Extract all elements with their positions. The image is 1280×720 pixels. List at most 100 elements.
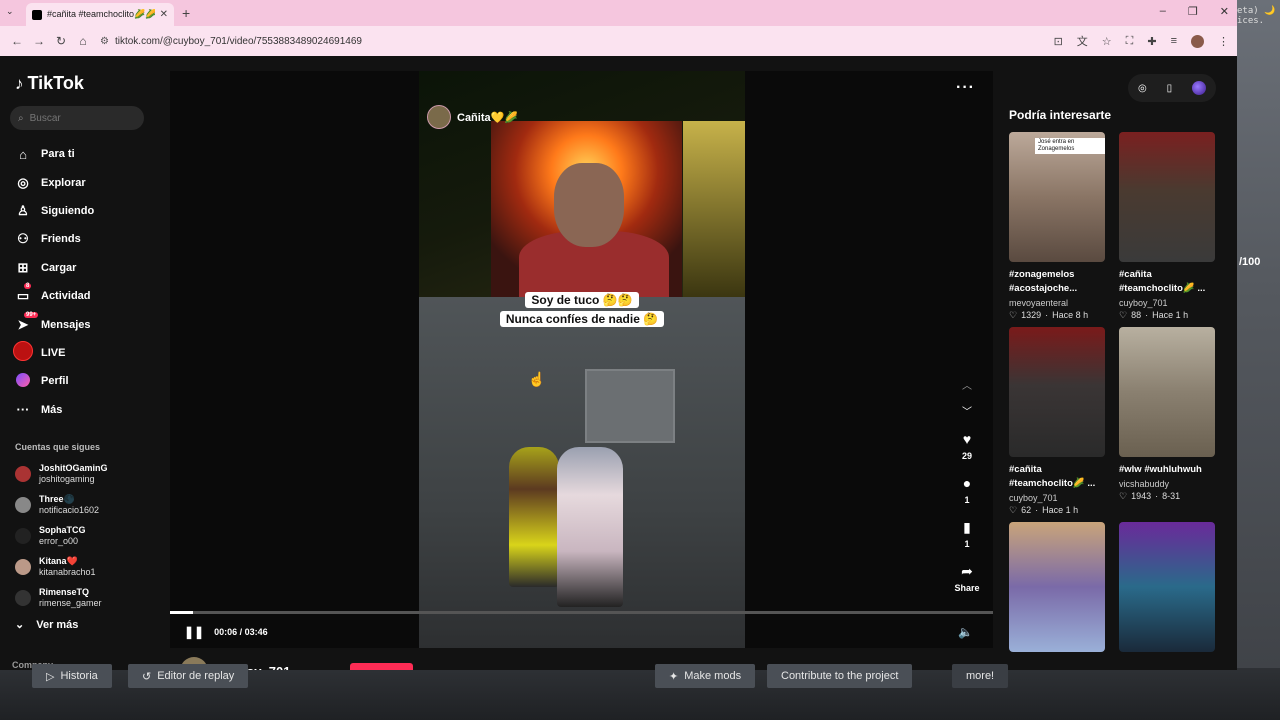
- previous-video-icon[interactable]: ︿: [952, 377, 982, 403]
- following-item[interactable]: JoshitOGaminG joshitogaming: [15, 458, 108, 489]
- likes: 88: [1131, 310, 1142, 320]
- video-thumbnail[interactable]: [1009, 327, 1105, 457]
- site-info-icon[interactable]: ⚙: [100, 36, 109, 47]
- sidebar-item-label: Cargar: [41, 261, 77, 274]
- search-input[interactable]: [29, 112, 125, 124]
- recommended-item[interactable]: #wlw #wuhluhwuh vicshabuddy ♡ 1943 · 8-31: [1119, 327, 1215, 516]
- sidebar-item-cargar[interactable]: ⊞ Cargar: [15, 254, 94, 282]
- following-item[interactable]: Kitana❤️ kitanabracho1: [15, 551, 108, 582]
- share-label: Share: [954, 583, 980, 593]
- like-heart-icon[interactable]: ♥: [952, 431, 982, 451]
- following-item[interactable]: SophaTCG error_o00: [15, 520, 108, 551]
- phone-icon[interactable]: ▯: [1167, 83, 1173, 94]
- search-box[interactable]: ⌕: [10, 106, 144, 130]
- follow-button[interactable]: [350, 663, 413, 670]
- sidebar-item-explorar[interactable]: ◎ Explorar: [15, 168, 94, 196]
- sidebar: ♪ TikTok ⌕ ⌂ Para ti ◎ Explorar ♙ Siguie…: [0, 56, 160, 670]
- sidebar-item-siguiendo[interactable]: ♙ Siguiendo: [15, 197, 94, 225]
- see-more-link[interactable]: ⌄ Ver más: [15, 618, 78, 632]
- recommended-meta: ♡ 88 · Hace 1 h: [1119, 310, 1215, 321]
- sidebar-item-mas[interactable]: ··· Más: [15, 396, 94, 424]
- recommended-item[interactable]: [1009, 522, 1105, 652]
- recommended-item[interactable]: José entra en Zonagemelos #zonagemelos #…: [1009, 132, 1105, 321]
- video-frame[interactable]: Cañita💛🌽 Soy de tuco 🤔🤔 Nunca confíes de…: [419, 71, 745, 648]
- desktop-snippet: eta) 🌙 ices.: [1237, 6, 1276, 26]
- install-app-icon[interactable]: ⊡: [1054, 35, 1063, 48]
- friends-icon: ⚇: [17, 231, 29, 247]
- address-bar[interactable]: ⚙ tiktok.com/@cuyboy_701/video/755388348…: [100, 30, 1020, 52]
- url-text[interactable]: tiktok.com/@cuyboy_701/video/75538834890…: [115, 36, 362, 47]
- video-player[interactable]: Cañita💛🌽 Soy de tuco 🤔🤔 Nunca confíes de…: [170, 71, 993, 648]
- editor-replay-button[interactable]: ↺ Editor de replay: [128, 664, 249, 688]
- age: Hace 1 h: [1042, 505, 1079, 515]
- next-video-icon[interactable]: ﹀: [952, 403, 982, 429]
- minimize-icon[interactable]: –: [1160, 5, 1166, 18]
- following-item[interactable]: Three🌑 notificacio1602: [15, 489, 108, 520]
- tiktok-page: ♪ TikTok ⌕ ⌂ Para ti ◎ Explorar ♙ Siguie…: [0, 56, 1237, 670]
- sidebar-item-para-ti[interactable]: ⌂ Para ti: [15, 140, 94, 168]
- following-handle: kitanabracho1: [39, 566, 96, 577]
- extensions-icon[interactable]: ✚: [1147, 35, 1156, 48]
- compass-small-icon[interactable]: ◎: [1138, 83, 1147, 94]
- bookmark-star-icon[interactable]: ☆: [1102, 35, 1112, 48]
- reading-list-icon[interactable]: ≡: [1171, 35, 1177, 47]
- profile-avatar-icon[interactable]: [1191, 34, 1204, 48]
- new-tab-icon[interactable]: +: [182, 5, 190, 21]
- restore-icon[interactable]: ❐: [1188, 5, 1198, 18]
- tab-search-icon[interactable]: ⌄: [6, 6, 14, 17]
- historia-button[interactable]: ▷ Historia: [32, 664, 112, 688]
- pause-icon[interactable]: ❚❚: [184, 625, 204, 639]
- make-mods-button[interactable]: ✦ Make mods: [655, 664, 756, 688]
- screenshot-icon[interactable]: ⛶: [1126, 35, 1134, 48]
- video-progress-bar[interactable]: [170, 611, 993, 614]
- video-thumbnail[interactable]: [1119, 327, 1215, 457]
- comment-icon[interactable]: ●: [952, 475, 982, 495]
- heart-icon: ♡: [1119, 310, 1128, 320]
- recommended-meta: ♡ 62 · Hace 1 h: [1009, 505, 1105, 516]
- sidebar-item-live[interactable]: LIVE: [13, 339, 94, 367]
- recommended-item[interactable]: #cañita #teamchoclito🌽 ... cuyboy_701 ♡ 6…: [1009, 327, 1105, 516]
- recommended-item[interactable]: [1119, 522, 1215, 652]
- video-thumbnail[interactable]: [1009, 522, 1105, 652]
- video-thumbnail[interactable]: [1119, 132, 1215, 262]
- reload-icon[interactable]: ↻: [50, 34, 72, 48]
- bookmark-icon[interactable]: ▮: [952, 519, 982, 539]
- tiktok-logo[interactable]: ♪ TikTok: [15, 73, 84, 94]
- sidebar-nav: ⌂ Para ti ◎ Explorar ♙ Siguiendo ⚇ Frien…: [13, 140, 94, 424]
- compass-icon: ◎: [17, 174, 29, 190]
- age: 8-31: [1162, 491, 1181, 501]
- sidebar-item-mensajes[interactable]: ➤ 99+ Mensajes: [15, 310, 94, 338]
- planet-icon[interactable]: [1192, 81, 1207, 95]
- recommended-item[interactable]: #cañita #teamchoclito🌽 ... cuyboy_701 ♡ 8…: [1119, 132, 1215, 321]
- close-tab-icon[interactable]: ✕: [160, 9, 168, 20]
- video-thumbnail[interactable]: José entra en Zonagemelos: [1009, 132, 1105, 262]
- more-button[interactable]: more!: [952, 664, 1009, 688]
- video-thumbnail[interactable]: [1119, 522, 1215, 652]
- sidebar-item-friends[interactable]: ⚇ Friends: [15, 225, 94, 253]
- mods-icon: ✦: [669, 670, 679, 683]
- contribute-button[interactable]: Contribute to the project: [767, 664, 913, 688]
- avatar: [15, 589, 31, 606]
- avatar: [15, 496, 31, 513]
- translate-icon[interactable]: 文: [1077, 33, 1088, 49]
- desktop-counter: /100: [1239, 256, 1261, 268]
- close-window-icon[interactable]: ✕: [1220, 5, 1229, 18]
- sidebar-item-actividad[interactable]: ▭ 8 Actividad: [15, 282, 94, 310]
- more-options-icon[interactable]: ···: [956, 79, 975, 97]
- home-page-icon[interactable]: ⌂: [72, 34, 94, 48]
- video-actions: ︿ ﹀ ♥ 29 ● 1 ▮ 1 ➦ Share: [952, 377, 982, 605]
- video-progress-fill: [170, 611, 194, 614]
- following-handle: error_o00: [39, 535, 79, 546]
- heart-icon: ♡: [1009, 310, 1018, 320]
- back-icon[interactable]: ←: [6, 34, 28, 48]
- volume-icon[interactable]: 🔈: [958, 625, 973, 639]
- historia-label: Historia: [60, 670, 98, 682]
- sidebar-item-label: Actividad: [41, 290, 91, 303]
- sidebar-item-perfil[interactable]: Perfil: [15, 367, 94, 395]
- recommended-grid: José entra en Zonagemelos #zonagemelos #…: [1009, 132, 1217, 652]
- share-icon[interactable]: ➦: [952, 563, 982, 583]
- menu-icon[interactable]: ⋮: [1218, 35, 1229, 48]
- following-item[interactable]: RimenseTQ rimense_gamer: [15, 582, 108, 613]
- forward-icon[interactable]: →: [28, 34, 50, 48]
- browser-tab[interactable]: #cañita #teamchoclito🌽🌽 🔊 ✕: [26, 3, 174, 26]
